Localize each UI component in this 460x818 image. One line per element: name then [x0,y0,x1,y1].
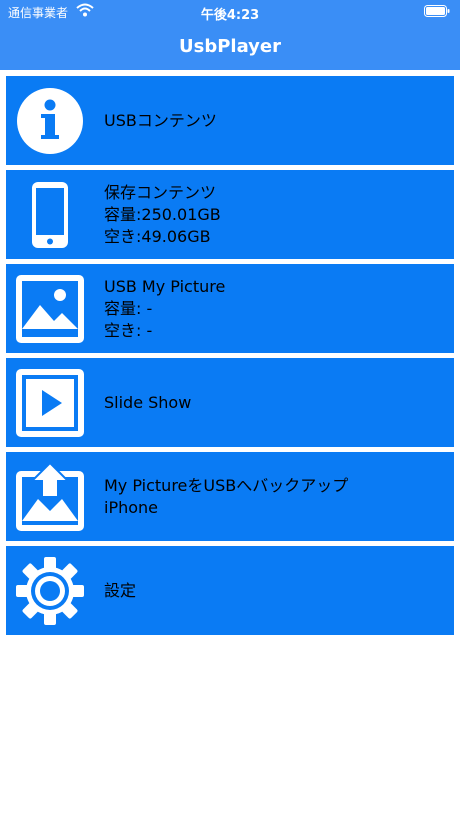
menu-item-label: 保存コンテンツ [104,182,217,202]
main-menu: USBコンテンツ 保存コンテンツ 容量:250.01GB 空き:49.06GB [6,76,454,640]
menu-item-usb-contents[interactable]: USBコンテンツ [6,76,454,165]
menu-item-text: My PictureをUSBへバックアップ iPhone [104,452,348,541]
menu-item-text: USBコンテンツ [104,76,217,165]
storage-free: 空き: - [104,320,153,340]
picture-icon [16,275,84,343]
menu-item-text: 設定 [104,546,136,635]
menu-item-usb-my-picture[interactable]: USB My Picture 容量: - 空き: - [6,264,454,353]
storage-free: 空き:49.06GB [104,226,211,246]
menu-item-settings[interactable]: 設定 [6,546,454,635]
menu-item-backup[interactable]: My PictureをUSBへバックアップ iPhone [6,452,454,541]
menu-item-text: 保存コンテンツ 容量:250.01GB 空き:49.06GB [104,170,221,259]
backup-icon [16,461,84,531]
menu-item-sublabel: iPhone [104,497,159,517]
battery-icon [424,5,450,20]
storage-capacity: 容量:250.01GB [104,204,221,224]
status-bar: 通信事業者 午後4:23 [0,0,460,24]
info-icon [16,87,84,155]
menu-item-label: USB My Picture [104,276,226,296]
gear-icon [16,557,84,625]
status-time: 午後4:23 [200,8,260,23]
menu-item-text: USB My Picture 容量: - 空き: - [104,264,225,353]
play-icon [16,369,84,437]
navigation-bar: 通信事業者 午後4:23 UsbPlayer [0,0,460,70]
menu-item-label: Slide Show [104,392,192,412]
menu-item-label: USBコンテンツ [104,110,217,130]
menu-item-saved-contents[interactable]: 保存コンテンツ 容量:250.01GB 空き:49.06GB [6,170,454,259]
menu-item-slide-show[interactable]: Slide Show [6,358,454,447]
menu-item-text: Slide Show [104,358,191,447]
page-title: UsbPlayer [179,36,281,57]
menu-item-label: My PictureをUSBへバックアップ [104,475,349,495]
storage-capacity: 容量: - [104,298,153,318]
phone-icon [16,181,84,249]
menu-item-label: 設定 [104,580,137,600]
